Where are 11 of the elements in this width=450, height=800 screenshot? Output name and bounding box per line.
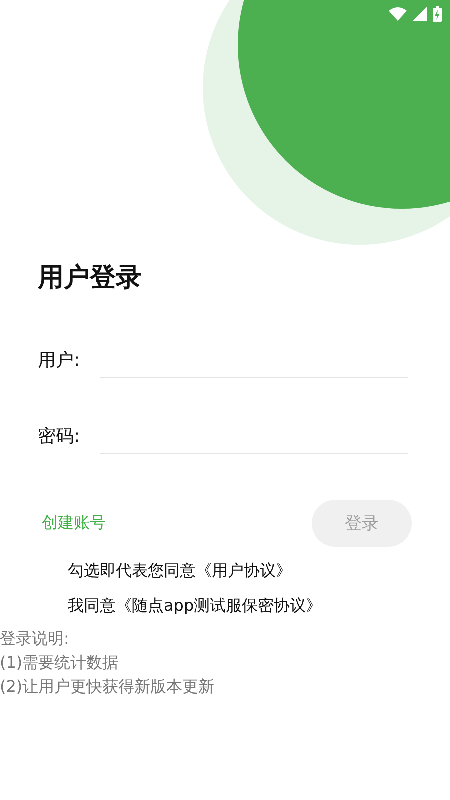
field-label: 用户: bbox=[38, 349, 82, 373]
agreement-text[interactable]: 我同意《随点app测试服保密协议》 bbox=[68, 596, 322, 617]
agreement-text[interactable]: 勾选即代表您同意《用户协议》 bbox=[68, 561, 292, 582]
note-text: (2)让用户更快获得新版本更新 bbox=[0, 676, 215, 698]
field-label: 密码: bbox=[38, 425, 82, 449]
battery-icon bbox=[433, 6, 442, 22]
wifi-icon bbox=[389, 7, 407, 21]
note-text: 登录说明: bbox=[0, 628, 70, 650]
login-title: 用户登录 bbox=[38, 262, 143, 295]
note-text: (1)需要统计数据 bbox=[0, 652, 119, 674]
signal-icon bbox=[413, 7, 427, 21]
